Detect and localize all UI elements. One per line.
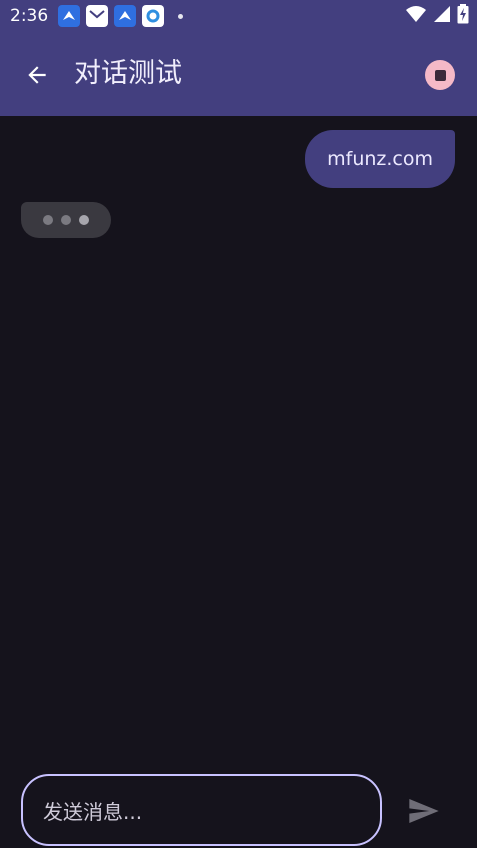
bird-app-icon xyxy=(58,5,81,27)
status-right xyxy=(405,4,469,24)
stop-circle-icon xyxy=(434,69,446,81)
app-icon xyxy=(142,5,165,27)
app-bar: 对话测试 xyxy=(0,32,477,116)
status-time: 2:36 xyxy=(10,6,49,26)
status-bar: 2:36 xyxy=(0,0,477,32)
wifi-icon xyxy=(406,6,426,22)
stop-button[interactable] xyxy=(425,60,455,90)
send-button[interactable] xyxy=(404,792,444,830)
typing-indicator xyxy=(21,202,111,238)
user-message-text: mfunz.com xyxy=(327,148,433,170)
typing-dot xyxy=(61,215,71,225)
signal-icon xyxy=(434,6,450,22)
chat-area: mfunz.com xyxy=(0,116,477,766)
typing-dot xyxy=(79,215,89,225)
message-input[interactable]: 发送消息... xyxy=(21,774,382,846)
back-button[interactable] xyxy=(18,56,56,94)
battery-charging-icon xyxy=(457,4,469,24)
user-message-bubble: mfunz.com xyxy=(305,130,455,188)
typing-dot xyxy=(43,215,53,225)
mail-icon xyxy=(86,5,109,27)
message-input-placeholder: 发送消息... xyxy=(43,799,143,824)
dot-icon xyxy=(178,13,184,19)
page-title: 对话测试 xyxy=(74,58,182,89)
send-icon xyxy=(409,799,439,823)
arrow-back-icon xyxy=(28,66,46,84)
bird-app-icon xyxy=(114,5,137,27)
